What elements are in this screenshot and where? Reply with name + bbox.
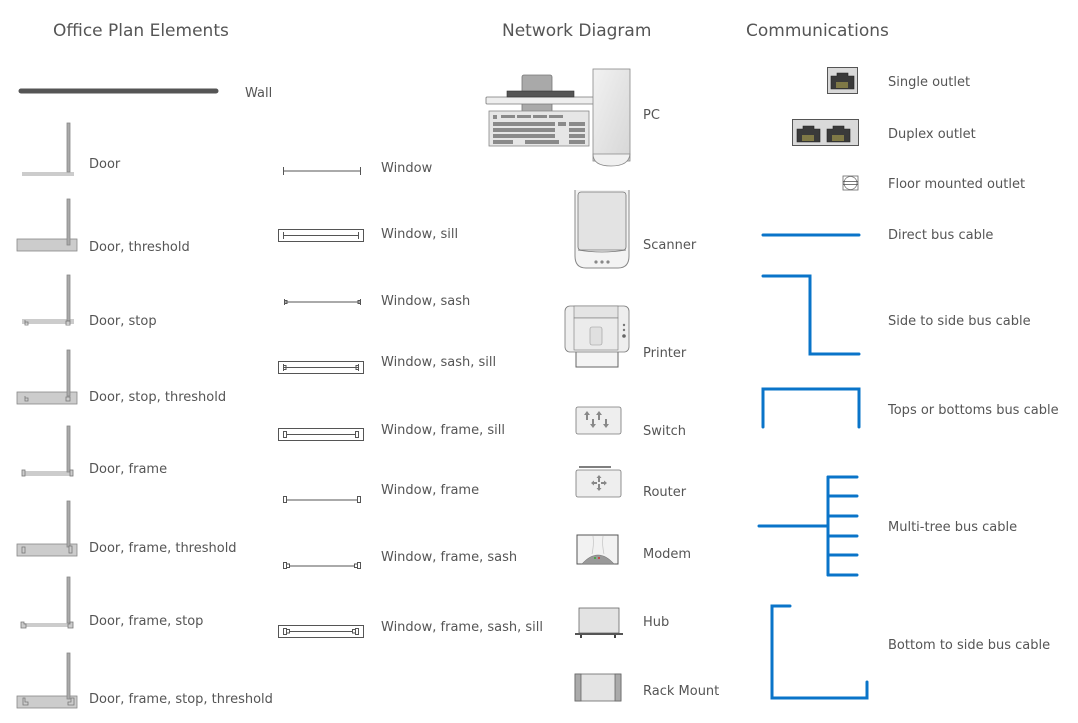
- router-icon[interactable]: [575, 465, 623, 499]
- bottom-to-side-bus-cable-label: Bottom to side bus cable: [888, 638, 1051, 653]
- door-threshold-label: Door, threshold: [89, 240, 190, 255]
- window-shape[interactable]: [282, 165, 364, 177]
- wall-shape[interactable]: [18, 86, 220, 96]
- window-frame-sill-shape[interactable]: [278, 428, 366, 444]
- pc-icon[interactable]: [485, 68, 635, 168]
- rack-mount-icon[interactable]: [574, 673, 622, 703]
- window-sill-label: Window, sill: [381, 227, 459, 242]
- window-sash-label: Window, sash: [381, 294, 471, 309]
- multi-tree-bus-cable-label: Multi-tree bus cable: [888, 520, 1018, 535]
- router-label: Router: [643, 485, 687, 500]
- switch-label: Switch: [643, 424, 686, 439]
- multi-tree-bus-cable-shape[interactable]: [756, 472, 864, 580]
- window-sill-shape[interactable]: [278, 229, 366, 245]
- duplex-outlet-label: Duplex outlet: [888, 127, 976, 142]
- bottom-to-side-bus-cable-shape[interactable]: [768, 602, 872, 702]
- door-stop-threshold-shape[interactable]: [16, 349, 80, 405]
- door-frame-stop-label: Door, frame, stop: [89, 614, 204, 629]
- door-frame-stop-threshold-label: Door, frame, stop, threshold: [89, 692, 273, 707]
- direct-bus-cable-shape[interactable]: [760, 230, 864, 240]
- switch-icon[interactable]: [575, 406, 623, 436]
- door-label: Door: [89, 157, 121, 172]
- office-plan-title: Office Plan Elements: [53, 21, 229, 41]
- door-frame-threshold-shape[interactable]: [16, 500, 80, 558]
- window-frame-sash-sill-label: Window, frame, sash, sill: [381, 620, 543, 635]
- door-frame-stop-shape[interactable]: [20, 576, 76, 632]
- door-frame-threshold-label: Door, frame, threshold: [89, 541, 237, 556]
- network-diagram-title: Network Diagram: [502, 21, 652, 41]
- door-stop-label: Door, stop: [89, 314, 157, 329]
- door-frame-label: Door, frame: [89, 462, 168, 477]
- tops-or-bottoms-bus-cable-label: Tops or bottoms bus cable: [888, 403, 1059, 418]
- window-frame-shape[interactable]: [282, 495, 364, 505]
- door-shape[interactable]: [20, 122, 76, 178]
- hub-label: Hub: [643, 615, 670, 630]
- pc-label: PC: [643, 108, 660, 123]
- window-frame-sill-label: Window, frame, sill: [381, 423, 505, 438]
- scanner-icon[interactable]: [572, 188, 634, 270]
- scanner-label: Scanner: [643, 238, 697, 253]
- door-frame-shape[interactable]: [20, 425, 76, 481]
- side-to-side-bus-cable-shape[interactable]: [760, 272, 864, 358]
- single-outlet-label: Single outlet: [888, 75, 971, 90]
- door-frame-stop-threshold-shape[interactable]: [16, 652, 80, 710]
- side-to-side-bus-cable-label: Side to side bus cable: [888, 314, 1031, 329]
- modem-label: Modem: [643, 547, 692, 562]
- communications-title: Communications: [746, 21, 889, 41]
- window-frame-label: Window, frame: [381, 483, 480, 498]
- modem-icon[interactable]: [576, 534, 620, 566]
- single-outlet-icon[interactable]: [827, 67, 859, 95]
- door-stop-shape[interactable]: [20, 274, 76, 330]
- direct-bus-cable-label: Direct bus cable: [888, 228, 994, 243]
- hub-icon[interactable]: [574, 607, 624, 639]
- window-frame-sash-sill-shape[interactable]: [278, 625, 366, 641]
- window-frame-sash-shape[interactable]: [282, 561, 364, 571]
- tops-or-bottoms-bus-cable-shape[interactable]: [760, 385, 864, 431]
- window-frame-sash-label: Window, frame, sash: [381, 550, 518, 565]
- window-sash-shape[interactable]: [283, 297, 363, 307]
- wall-label: Wall: [245, 86, 273, 101]
- rack-mount-label: Rack Mount: [643, 684, 720, 699]
- duplex-outlet-icon[interactable]: [792, 119, 860, 147]
- window-sash-sill-label: Window, sash, sill: [381, 355, 497, 370]
- floor-mounted-outlet-label: Floor mounted outlet: [888, 177, 1026, 192]
- printer-icon[interactable]: [564, 305, 634, 370]
- door-threshold-shape[interactable]: [16, 198, 80, 254]
- floor-mounted-outlet-icon[interactable]: [842, 175, 860, 192]
- window-sash-sill-shape[interactable]: [278, 361, 366, 377]
- printer-label: Printer: [643, 346, 687, 361]
- window-label: Window: [381, 161, 433, 176]
- door-stop-threshold-label: Door, stop, threshold: [89, 390, 227, 405]
